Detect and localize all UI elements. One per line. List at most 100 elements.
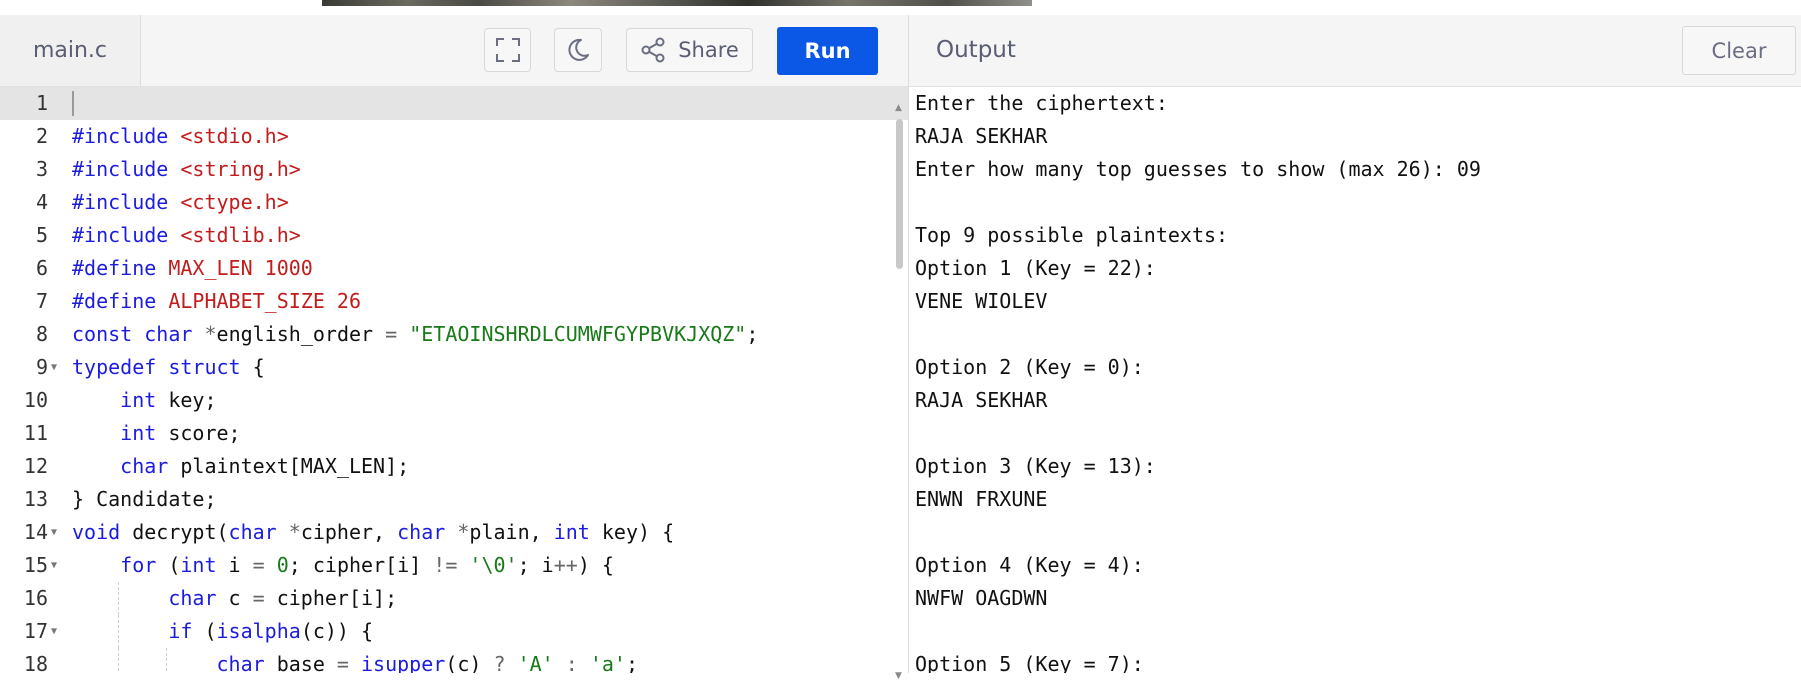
code-text: char base = isupper(c) ? 'A' : 'a'; (216, 652, 639, 673)
editor-toolbar: main.c Share Run (0, 15, 908, 87)
output-line: Enter the ciphertext: (915, 91, 1168, 115)
banner-image (322, 0, 1032, 6)
code-line[interactable]: 10 int key; (0, 384, 908, 417)
code-line[interactable]: 2 #include <stdio.h> (0, 120, 908, 153)
code-text: int score; (120, 421, 241, 445)
line-number: 3 (35, 157, 48, 181)
editor-scrollbar[interactable]: ▲ ▼ (893, 101, 905, 683)
output-header: Output Clear (909, 15, 1801, 87)
line-number: 2 (35, 124, 48, 148)
code-line[interactable]: 1 (0, 87, 908, 120)
line-number: 13 (23, 487, 48, 511)
output-line: Enter how many top guesses to show (max … (915, 157, 1481, 181)
file-tab[interactable]: main.c (0, 15, 141, 86)
scrollbar-thumb[interactable] (896, 119, 903, 269)
line-number: 14 (23, 520, 48, 544)
line-number: 11 (23, 421, 48, 445)
output-line: RAJA SEKHAR (915, 124, 1048, 148)
fold-toggle-icon[interactable]: ▼ (51, 351, 57, 384)
code-line[interactable]: 6 #define MAX_LEN 1000 (0, 252, 908, 285)
line-number: 7 (35, 289, 48, 313)
line-number: 15 (23, 553, 48, 577)
code-line[interactable]: 17 ▼ if (isalpha(c)) { (0, 615, 908, 648)
code-line[interactable]: 18 char base = isupper(c) ? 'A' : 'a'; (0, 648, 908, 673)
fullscreen-icon (495, 38, 520, 62)
code-text: #include <stdlib.h> (72, 223, 301, 247)
code-text: int key; (120, 388, 217, 412)
code-line[interactable]: 11 int score; (0, 417, 908, 450)
code-line[interactable]: 16 char c = cipher[i]; (0, 582, 908, 615)
code-line[interactable]: 3 #include <string.h> (0, 153, 908, 186)
fullscreen-button[interactable] (484, 28, 531, 72)
line-number: 5 (35, 223, 48, 247)
text-cursor (72, 91, 74, 116)
fold-toggle-icon[interactable]: ▼ (51, 549, 57, 582)
line-number: 12 (23, 454, 48, 478)
code-text: #define MAX_LEN 1000 (72, 256, 313, 280)
code-text: void decrypt(char *cipher, char *plain, … (72, 520, 675, 544)
code-line[interactable]: 15 ▼ for (int i = 0; cipher[i] != '\0'; i… (0, 549, 908, 582)
output-line: Option 5 (Key = 7): (915, 652, 1144, 673)
line-number: 4 (35, 190, 48, 214)
code-line[interactable]: 13 } Candidate; (0, 483, 908, 516)
output-title: Output (936, 37, 1016, 63)
fold-toggle-icon[interactable]: ▼ (51, 615, 57, 648)
line-number: 9 (35, 355, 48, 379)
share-icon (641, 37, 665, 63)
code-text: typedef struct { (72, 355, 265, 379)
code-text: #define ALPHABET_SIZE 26 (72, 289, 361, 313)
line-number: 18 (23, 652, 48, 673)
editor-pane: main.c Share Run 1 2 #include <stdio.h> 3 #i… (0, 15, 909, 681)
line-number: 10 (23, 388, 48, 412)
fold-toggle-icon[interactable]: ▼ (51, 516, 57, 549)
output-line: Option 2 (Key = 0): (915, 355, 1144, 379)
line-number: 8 (35, 322, 48, 346)
output-line: VENE WIOLEV (915, 289, 1048, 313)
theme-toggle-button[interactable] (554, 28, 602, 72)
code-text: #include <stdio.h> (72, 124, 289, 148)
code-text: for (int i = 0; cipher[i] != '\0'; i++) … (120, 553, 614, 577)
code-text: char plaintext[MAX_LEN]; (120, 454, 410, 478)
code-text: #include <string.h> (72, 157, 301, 181)
run-button-label: Run (804, 39, 851, 63)
output-line: Top 9 possible plaintexts: (915, 223, 1229, 247)
clear-button-label: Clear (1711, 38, 1767, 63)
top-banner (0, 0, 1801, 16)
output-line: NWFW OAGDWN (915, 586, 1048, 610)
share-button[interactable]: Share (626, 28, 753, 72)
code-line[interactable]: 8 const char *english_order = "ETAOINSHRD… (0, 318, 908, 351)
code-text: if (isalpha(c)) { (168, 619, 374, 643)
code-text: const char *english_order = "ETAOINSHRDL… (72, 322, 759, 346)
output-line: RAJA SEKHAR (915, 388, 1048, 412)
scroll-up-icon[interactable]: ▲ (895, 103, 902, 113)
code-line[interactable]: 7 #define ALPHABET_SIZE 26 (0, 285, 908, 318)
output-line: Option 4 (Key = 4): (915, 553, 1144, 577)
code-line[interactable]: 5 #include <stdlib.h> (0, 219, 908, 252)
share-button-label: Share (678, 38, 739, 62)
code-line[interactable]: 12 char plaintext[MAX_LEN]; (0, 450, 908, 483)
output-line: Option 1 (Key = 22): (915, 256, 1156, 280)
output-pane: Output Clear Enter the ciphertext: RAJA S… (909, 15, 1801, 673)
code-line[interactable]: 9 ▼ typedef struct { (0, 351, 908, 384)
line-number: 16 (23, 586, 48, 610)
output-console: Enter the ciphertext: RAJA SEKHAR Enter ho… (915, 87, 1795, 673)
code-line[interactable]: 14 ▼ void decrypt(char *cipher, char *plai… (0, 516, 908, 549)
line-number: 1 (35, 91, 48, 115)
run-button[interactable]: Run (777, 27, 878, 75)
line-number: 6 (35, 256, 48, 280)
line-number: 17 (23, 619, 48, 643)
code-editor[interactable]: 1 2 #include <stdio.h> 3 #include <string.h>… (0, 87, 908, 673)
output-line: ENWN FRXUNE (915, 487, 1048, 511)
output-line: Option 3 (Key = 13): (915, 454, 1156, 478)
code-line[interactable]: 4 #include <ctype.h> (0, 186, 908, 219)
code-text: } Candidate; (72, 487, 217, 511)
code-text: #include <ctype.h> (72, 190, 289, 214)
clear-button[interactable]: Clear (1682, 26, 1796, 75)
code-text: char c = cipher[i]; (168, 586, 398, 610)
file-tab-label: main.c (32, 38, 108, 63)
